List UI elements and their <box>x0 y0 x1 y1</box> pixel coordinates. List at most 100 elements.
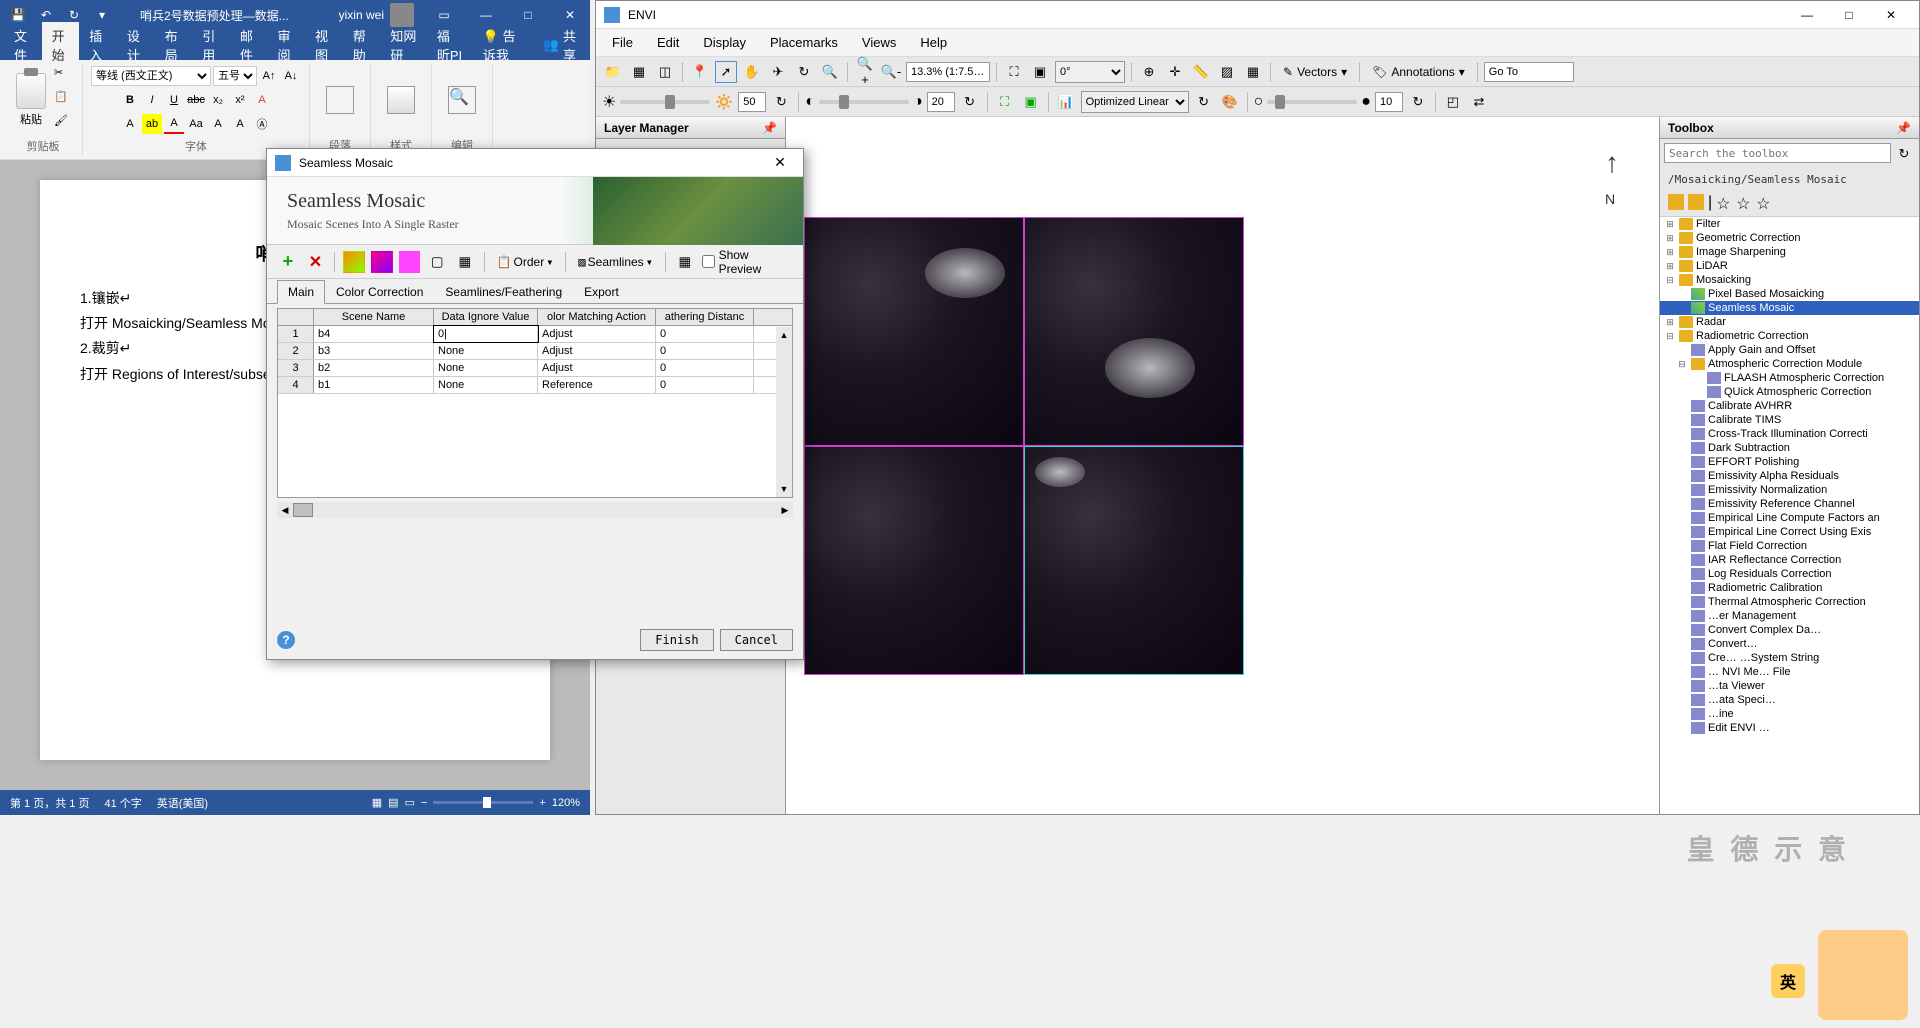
contrast-slider[interactable] <box>819 100 909 104</box>
table-row[interactable]: 4b1NoneReference0 <box>278 377 792 394</box>
pin-panel-icon[interactable]: 📌 <box>1896 121 1911 135</box>
scroll-down-icon[interactable]: ▼ <box>776 481 792 497</box>
tree-tool[interactable]: Convert… <box>1660 637 1919 651</box>
zoom-out-icon[interactable]: 🔍- <box>880 61 902 83</box>
brightness-slider[interactable] <box>620 100 710 104</box>
grow-font-icon[interactable]: A↑ <box>259 66 279 86</box>
tree-tool[interactable]: EFFORT Polishing <box>1660 455 1919 469</box>
grid-icon[interactable]: ▦ <box>1242 61 1264 83</box>
toolbox-search-input[interactable] <box>1664 143 1891 163</box>
tab-help[interactable]: 帮助 <box>343 22 381 68</box>
vectors-dropdown[interactable]: ✎ Vectors ▾ <box>1277 63 1353 81</box>
tree-tool[interactable]: …ata Speci… <box>1660 693 1919 707</box>
ime-indicator[interactable]: 英 <box>1771 964 1805 998</box>
measure-icon[interactable]: 📏 <box>1190 61 1212 83</box>
col-feathering[interactable]: athering Distanc <box>656 309 754 325</box>
star-icon[interactable]: ☆ <box>1736 194 1752 210</box>
tree-tool[interactable]: Calibrate AVHRR <box>1660 399 1919 413</box>
col-matching[interactable]: olor Matching Action <box>538 309 656 325</box>
star-icon[interactable]: ☆ <box>1716 194 1732 210</box>
subscript-button[interactable]: x₂ <box>208 90 228 110</box>
stretch-view-icon[interactable]: ▣ <box>1020 91 1042 113</box>
menu-views[interactable]: Views <box>850 31 908 54</box>
color-tool3-icon[interactable] <box>399 251 421 273</box>
cell-matching[interactable]: Adjust <box>538 326 656 342</box>
zoom-in-icon[interactable]: 🔍+ <box>854 61 876 83</box>
tab-design[interactable]: 设计 <box>117 22 155 68</box>
stretch-extent-icon[interactable]: ⛶ <box>994 91 1016 113</box>
zoom-in-icon[interactable]: + <box>539 797 545 809</box>
show-preview-checkbox[interactable]: Show Preview <box>702 248 793 276</box>
col-ignore-value[interactable]: Data Ignore Value <box>434 309 538 325</box>
tree-tool[interactable]: Flat Field Correction <box>1660 539 1919 553</box>
styles-button[interactable] <box>379 82 423 118</box>
cell-ignore[interactable]: None <box>434 377 538 393</box>
tree-folder[interactable]: ⊞Filter <box>1660 217 1919 231</box>
folder-open-icon[interactable] <box>1688 194 1704 210</box>
brightness-input[interactable] <box>738 92 766 112</box>
tree-folder[interactable]: ⊞Geometric Correction <box>1660 231 1919 245</box>
tab-cnki[interactable]: 知网研 <box>380 22 426 68</box>
underline-button[interactable]: U <box>164 90 184 110</box>
color-tool-icon[interactable] <box>343 251 365 273</box>
grow-font2-icon[interactable]: A <box>208 114 228 134</box>
view-mode-icon[interactable]: ▦ <box>372 796 382 809</box>
scroll-right-icon[interactable]: ▶ <box>777 502 793 518</box>
folder-icon[interactable] <box>1668 194 1684 210</box>
zoom-out-icon[interactable]: − <box>421 797 427 809</box>
zoom-full-icon[interactable]: ▣ <box>1029 61 1051 83</box>
roi-icon[interactable]: ▨ <box>1216 61 1238 83</box>
cell-scene[interactable]: b3 <box>314 343 434 359</box>
tree-tool[interactable]: Thermal Atmospheric Correction <box>1660 595 1919 609</box>
tree-tool[interactable]: Emissivity Alpha Residuals <box>1660 469 1919 483</box>
histogram-icon[interactable]: 📊 <box>1055 91 1077 113</box>
cell-matching[interactable]: Adjust <box>538 360 656 376</box>
highlight-icon[interactable]: ab <box>142 114 162 134</box>
dialog-titlebar[interactable]: Seamless Mosaic ✕ <box>267 149 803 177</box>
expander-icon[interactable]: ⊟ <box>1664 275 1676 286</box>
tree-tool[interactable]: Emissivity Reference Channel <box>1660 497 1919 511</box>
row-number[interactable]: 2 <box>278 343 314 359</box>
tree-folder[interactable]: ⊟Mosaicking <box>1660 273 1919 287</box>
transparency-input[interactable] <box>1375 92 1403 112</box>
pan-icon[interactable]: ✋ <box>741 61 763 83</box>
tree-tool[interactable]: Pixel Based Mosaicking <box>1660 287 1919 301</box>
word-count[interactable]: 41 个字 <box>104 795 141 811</box>
tree-tool[interactable]: Edit ENVI … <box>1660 721 1919 735</box>
scroll-thumb[interactable] <box>293 503 313 517</box>
bold-button[interactable]: B <box>120 90 140 110</box>
tab-main[interactable]: Main <box>277 280 325 304</box>
tree-tool[interactable]: Convert Complex Da… <box>1660 623 1919 637</box>
expander-icon[interactable]: ⊞ <box>1664 219 1676 230</box>
row-number[interactable]: 4 <box>278 377 314 393</box>
table-row[interactable]: 2b3NoneAdjust0 <box>278 343 792 360</box>
menu-display[interactable]: Display <box>691 31 758 54</box>
cell-feathering[interactable]: 0 <box>656 360 754 376</box>
tree-tool[interactable]: …ine <box>1660 707 1919 721</box>
tab-export[interactable]: Export <box>573 280 630 304</box>
tab-home[interactable]: 开始 <box>42 22 80 68</box>
cut-icon[interactable]: ✂ <box>54 66 74 86</box>
tree-tool[interactable]: Calibrate TIMS <box>1660 413 1919 427</box>
close-icon[interactable]: ✕ <box>765 151 795 175</box>
table-row[interactable]: 1b40|Adjust0 <box>278 326 792 343</box>
tree-tool[interactable]: Empirical Line Compute Factors an <box>1660 511 1919 525</box>
cell-feathering[interactable]: 0 <box>656 326 754 342</box>
share-button[interactable]: 👥 共享 <box>533 26 586 64</box>
menu-help[interactable]: Help <box>908 31 959 54</box>
paste-button[interactable]: 粘贴 <box>12 69 50 131</box>
transparency-slider[interactable] <box>1267 100 1357 104</box>
cell-ignore[interactable]: None <box>434 360 538 376</box>
expander-icon[interactable]: ⊟ <box>1664 331 1676 342</box>
pin-icon[interactable]: 📍 <box>689 61 711 83</box>
tree-tool[interactable]: Seamless Mosaic <box>1660 301 1919 315</box>
tab-file[interactable]: 文件 <box>4 22 42 68</box>
italic-button[interactable]: I <box>142 90 162 110</box>
tree-folder[interactable]: ⊞Image Sharpening <box>1660 245 1919 259</box>
page-count[interactable]: 第 1 页，共 1 页 <box>10 795 89 811</box>
tab-references[interactable]: 引用 <box>192 22 230 68</box>
menu-placemarks[interactable]: Placemarks <box>758 31 850 54</box>
cell-feathering[interactable]: 0 <box>656 343 754 359</box>
select-icon[interactable]: ➚ <box>715 61 737 83</box>
vertical-scrollbar[interactable]: ▲ ▼ <box>776 327 792 497</box>
